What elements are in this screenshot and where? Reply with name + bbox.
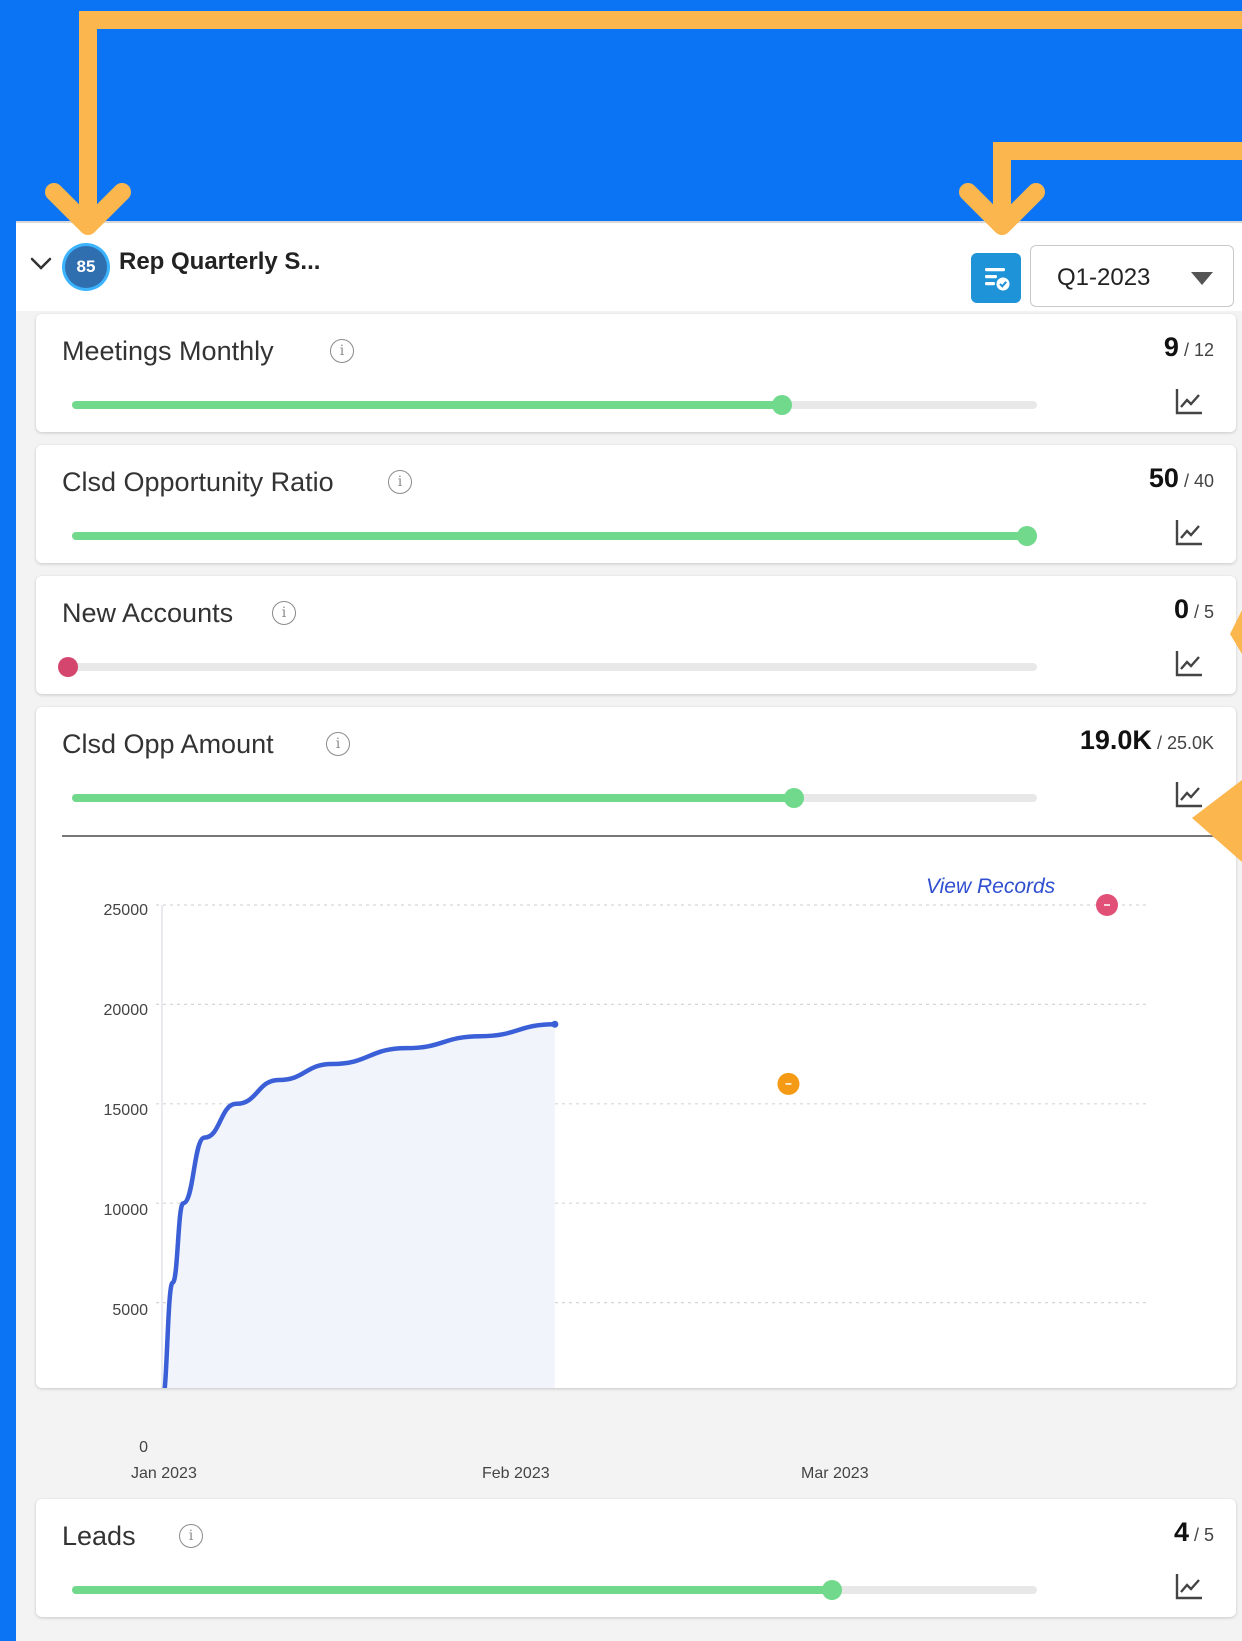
x-tick-label: Jan 2023	[131, 1465, 197, 1482]
progress-fill	[72, 532, 1034, 540]
progress-fill	[72, 1586, 832, 1594]
score-badge: 85	[65, 246, 107, 288]
progress-knob	[58, 657, 78, 677]
schedule-check-icon	[985, 268, 1010, 291]
x-tick-label: Feb 2023	[482, 1465, 550, 1482]
metric-current: 0	[1173, 594, 1189, 624]
info-icon[interactable]: i	[330, 339, 354, 363]
chevron-down-icon[interactable]	[28, 251, 54, 277]
metric-card-leads: Leads i 4 / 5	[36, 1499, 1236, 1617]
scorecard-title[interactable]: Rep Quarterly S...	[119, 248, 320, 276]
annotation-arrow	[993, 142, 1242, 217]
info-icon[interactable]: i	[388, 470, 412, 494]
series-area	[164, 1024, 555, 1388]
progress-knob	[772, 395, 792, 415]
metric-target: 5	[1203, 602, 1214, 622]
progress-track	[58, 657, 1037, 677]
metric-current: 4	[1173, 1517, 1189, 1547]
metric-card-new-accounts: New Accounts i 0 / 5	[36, 576, 1236, 694]
info-icon[interactable]: i	[179, 1524, 203, 1548]
line-chart-icon[interactable]	[1174, 1571, 1204, 1601]
metric-value: 4 / 5	[1173, 1517, 1214, 1547]
metric-name: Leads	[62, 1521, 136, 1551]
line-chart-icon[interactable]	[1174, 517, 1204, 547]
metric-card-clsd-opp-amount: Clsd Opp Amount i 19.0K / 25.0K View Rec…	[36, 707, 1236, 1388]
info-icon[interactable]: i	[272, 601, 296, 625]
progress-track	[72, 526, 1037, 546]
amount-chart	[156, 894, 1146, 1388]
line-chart-icon[interactable]	[1174, 648, 1204, 678]
progress-knob	[1017, 526, 1037, 546]
caret-down-icon	[1191, 272, 1213, 285]
metric-card-meetings-monthly: Meetings Monthly i 9 / 12	[36, 314, 1236, 432]
metric-value: 50 / 40	[1148, 463, 1214, 493]
metric-card-clsd-opportunity-ratio: Clsd Opportunity Ratio i 50 / 40	[36, 445, 1236, 563]
progress-track	[72, 395, 1037, 415]
y-tick-label: 0	[139, 1439, 148, 1456]
metric-value: 0 / 5	[1173, 594, 1214, 624]
progress-knob	[822, 1580, 842, 1600]
metric-value: 9 / 12	[1163, 332, 1214, 362]
metric-name: New Accounts	[62, 598, 234, 628]
x-tick-label: Mar 2023	[801, 1465, 869, 1482]
progress-track	[72, 1580, 1037, 1600]
period-select-value: Q1-2023	[1057, 264, 1151, 291]
metric-name: Meetings Monthly	[62, 336, 274, 366]
metric-target: 5	[1203, 1525, 1214, 1545]
metric-current: 50	[1148, 463, 1179, 493]
scorecard-header: 85 Rep Quarterly S... Q1-2023	[16, 223, 1242, 311]
series-point	[551, 1020, 559, 1028]
progress-fill	[72, 401, 782, 409]
metric-target: 40	[1193, 471, 1214, 491]
period-select[interactable]: Q1-2023	[1030, 245, 1234, 307]
annotation-arrow	[79, 11, 1242, 227]
schedule-button[interactable]	[971, 253, 1021, 303]
scorecard-panel: 85 Rep Quarterly S... Q1-2023 Meetings M…	[16, 221, 1242, 1641]
metric-target: 12	[1193, 340, 1214, 360]
metric-name: Clsd Opportunity Ratio	[62, 467, 334, 497]
line-chart-icon[interactable]	[1174, 386, 1204, 416]
metric-current: 9	[1163, 332, 1179, 362]
